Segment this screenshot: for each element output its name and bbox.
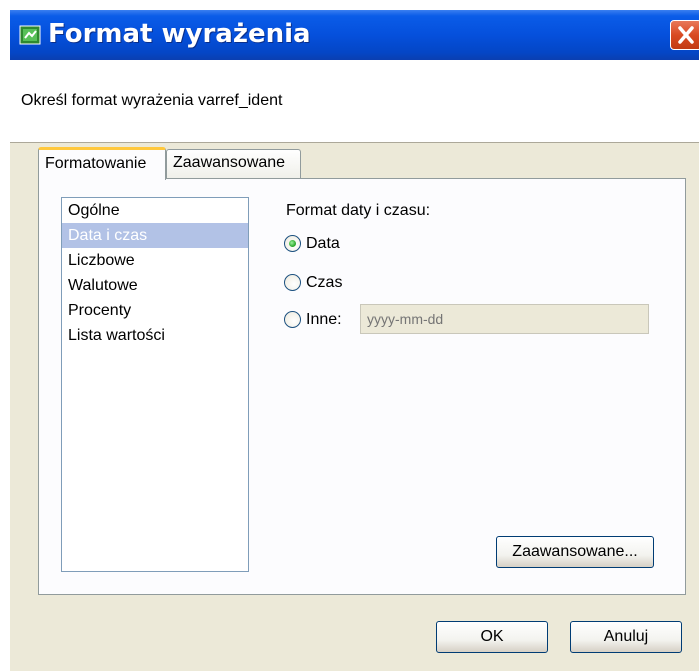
list-item-currency[interactable]: Walutowe [62, 273, 248, 298]
list-item-value-list[interactable]: Lista wartości [62, 323, 248, 348]
list-item-numeric[interactable]: Liczbowe [62, 248, 248, 273]
tab-formatting[interactable]: Formatowanie [38, 147, 166, 180]
window-title: Format wyrażenia [48, 19, 311, 49]
advanced-button[interactable]: Zaawansowane... [496, 536, 654, 568]
tab-formatting-label: Formatowanie [45, 155, 147, 172]
dialog-window: Format wyrażenia Określ format wyrażenia… [10, 10, 699, 671]
radio-time[interactable] [284, 274, 301, 291]
radio-date[interactable] [284, 235, 301, 252]
list-item-date-time[interactable]: Data i czas [62, 223, 248, 248]
radio-other-label: Inne: [306, 311, 342, 328]
list-item-percent[interactable]: Procenty [62, 298, 248, 323]
close-icon [678, 26, 694, 44]
separator [10, 142, 699, 143]
app-icon [19, 25, 41, 45]
radio-time-label: Czas [306, 274, 343, 291]
list-item-general[interactable]: Ogólne [62, 198, 248, 223]
description-area: Określ format wyrażenia varref_ident [10, 60, 699, 142]
close-button[interactable] [670, 20, 699, 50]
radio-date-label: Data [306, 235, 340, 252]
radio-selected-dot [289, 240, 296, 247]
cancel-button[interactable]: Anuluj [570, 621, 682, 653]
tab-advanced[interactable]: Zaawansowane [166, 149, 301, 178]
category-list[interactable]: Ogólne Data i czas Liczbowe Walutowe Pro… [61, 197, 249, 572]
tab-advanced-label: Zaawansowane [173, 154, 286, 171]
ok-button[interactable]: OK [436, 621, 548, 653]
description-text: Określ format wyrażenia varref_ident [21, 92, 283, 109]
other-format-input[interactable] [360, 304, 649, 334]
format-group-label: Format daty i czasu: [286, 202, 431, 219]
radio-other[interactable] [284, 311, 301, 328]
title-bar[interactable]: Format wyrażenia [10, 10, 699, 60]
